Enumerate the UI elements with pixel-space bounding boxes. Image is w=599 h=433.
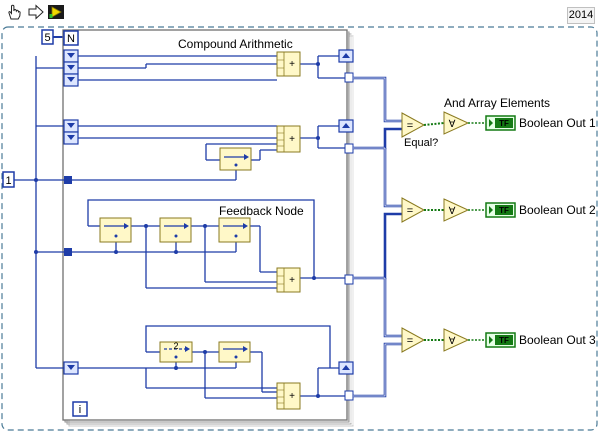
block-diagram: 5 N i 1 + + + 2 + Compound Arithmetic Fe… bbox=[1, 26, 598, 431]
and-array-icon: ∀ bbox=[449, 206, 456, 217]
feedback-node-c[interactable] bbox=[218, 217, 251, 243]
and-array-elements-2[interactable]: ∀ bbox=[443, 198, 470, 222]
equal-comparator-1[interactable]: = bbox=[401, 112, 426, 138]
svg-text:2: 2 bbox=[173, 341, 178, 351]
indicator-tag: TF bbox=[499, 206, 509, 215]
feedback-node-delay2[interactable]: 2 bbox=[159, 341, 193, 363]
plus-icon: + bbox=[289, 275, 295, 286]
equal-comparator-2[interactable]: = bbox=[401, 197, 426, 223]
index-tunnel-1[interactable] bbox=[344, 72, 354, 83]
index-tunnel-3[interactable] bbox=[344, 274, 354, 285]
feedback-node-s2[interactable] bbox=[219, 147, 252, 171]
and-array-elements-1[interactable]: ∀ bbox=[443, 111, 470, 135]
feedback-node-label: Feedback Node bbox=[219, 204, 304, 218]
n-constant-value: 5 bbox=[44, 32, 50, 44]
boolean-out-2-label: Boolean Out 2 bbox=[519, 203, 596, 217]
indicator-tag: TF bbox=[499, 336, 509, 345]
tunnel-init[interactable] bbox=[64, 176, 72, 184]
tunnel-feedback[interactable] bbox=[64, 248, 72, 256]
and-array-label: And Array Elements bbox=[444, 96, 550, 110]
boolean-indicator-3[interactable]: TF bbox=[485, 332, 516, 348]
boolean-indicator-2[interactable]: TF bbox=[485, 202, 516, 218]
plus-icon: + bbox=[289, 59, 295, 70]
equal-label: Equal? bbox=[404, 137, 438, 149]
equal-icon: = bbox=[407, 335, 413, 347]
indicator-tag: TF bbox=[499, 119, 509, 128]
boolean-indicator-1[interactable]: TF bbox=[485, 115, 516, 131]
iteration-terminal-label: i bbox=[79, 404, 81, 416]
and-array-icon: ∀ bbox=[449, 336, 456, 347]
equal-icon: = bbox=[407, 120, 413, 132]
feedback-node-b[interactable] bbox=[159, 217, 192, 243]
boolean-out-3-label: Boolean Out 3 bbox=[519, 333, 596, 347]
compound-arithmetic-label: Compound Arithmetic bbox=[178, 37, 293, 51]
and-array-icon: ∀ bbox=[449, 119, 456, 130]
feedback-node-a[interactable] bbox=[99, 217, 132, 243]
equal-comparator-3[interactable]: = bbox=[401, 327, 426, 353]
boolean-out-1-label: Boolean Out 1 bbox=[519, 116, 596, 130]
index-tunnel-4[interactable] bbox=[344, 390, 354, 401]
feedback-node-d[interactable] bbox=[218, 341, 251, 363]
count-terminal-label: N bbox=[67, 33, 75, 45]
compound-add-node-1[interactable]: + bbox=[276, 51, 301, 77]
compound-add-node-4[interactable]: + bbox=[276, 382, 301, 410]
index-tunnel-2[interactable] bbox=[344, 143, 354, 154]
compound-add-node-2[interactable]: + bbox=[276, 125, 301, 153]
and-array-elements-3[interactable]: ∀ bbox=[443, 328, 470, 352]
plus-icon: + bbox=[289, 134, 295, 145]
compound-add-node-3[interactable]: + bbox=[276, 267, 301, 293]
equal-icon: = bbox=[407, 205, 413, 217]
plus-icon: + bbox=[289, 391, 295, 402]
init-constant-value: 1 bbox=[5, 175, 11, 187]
